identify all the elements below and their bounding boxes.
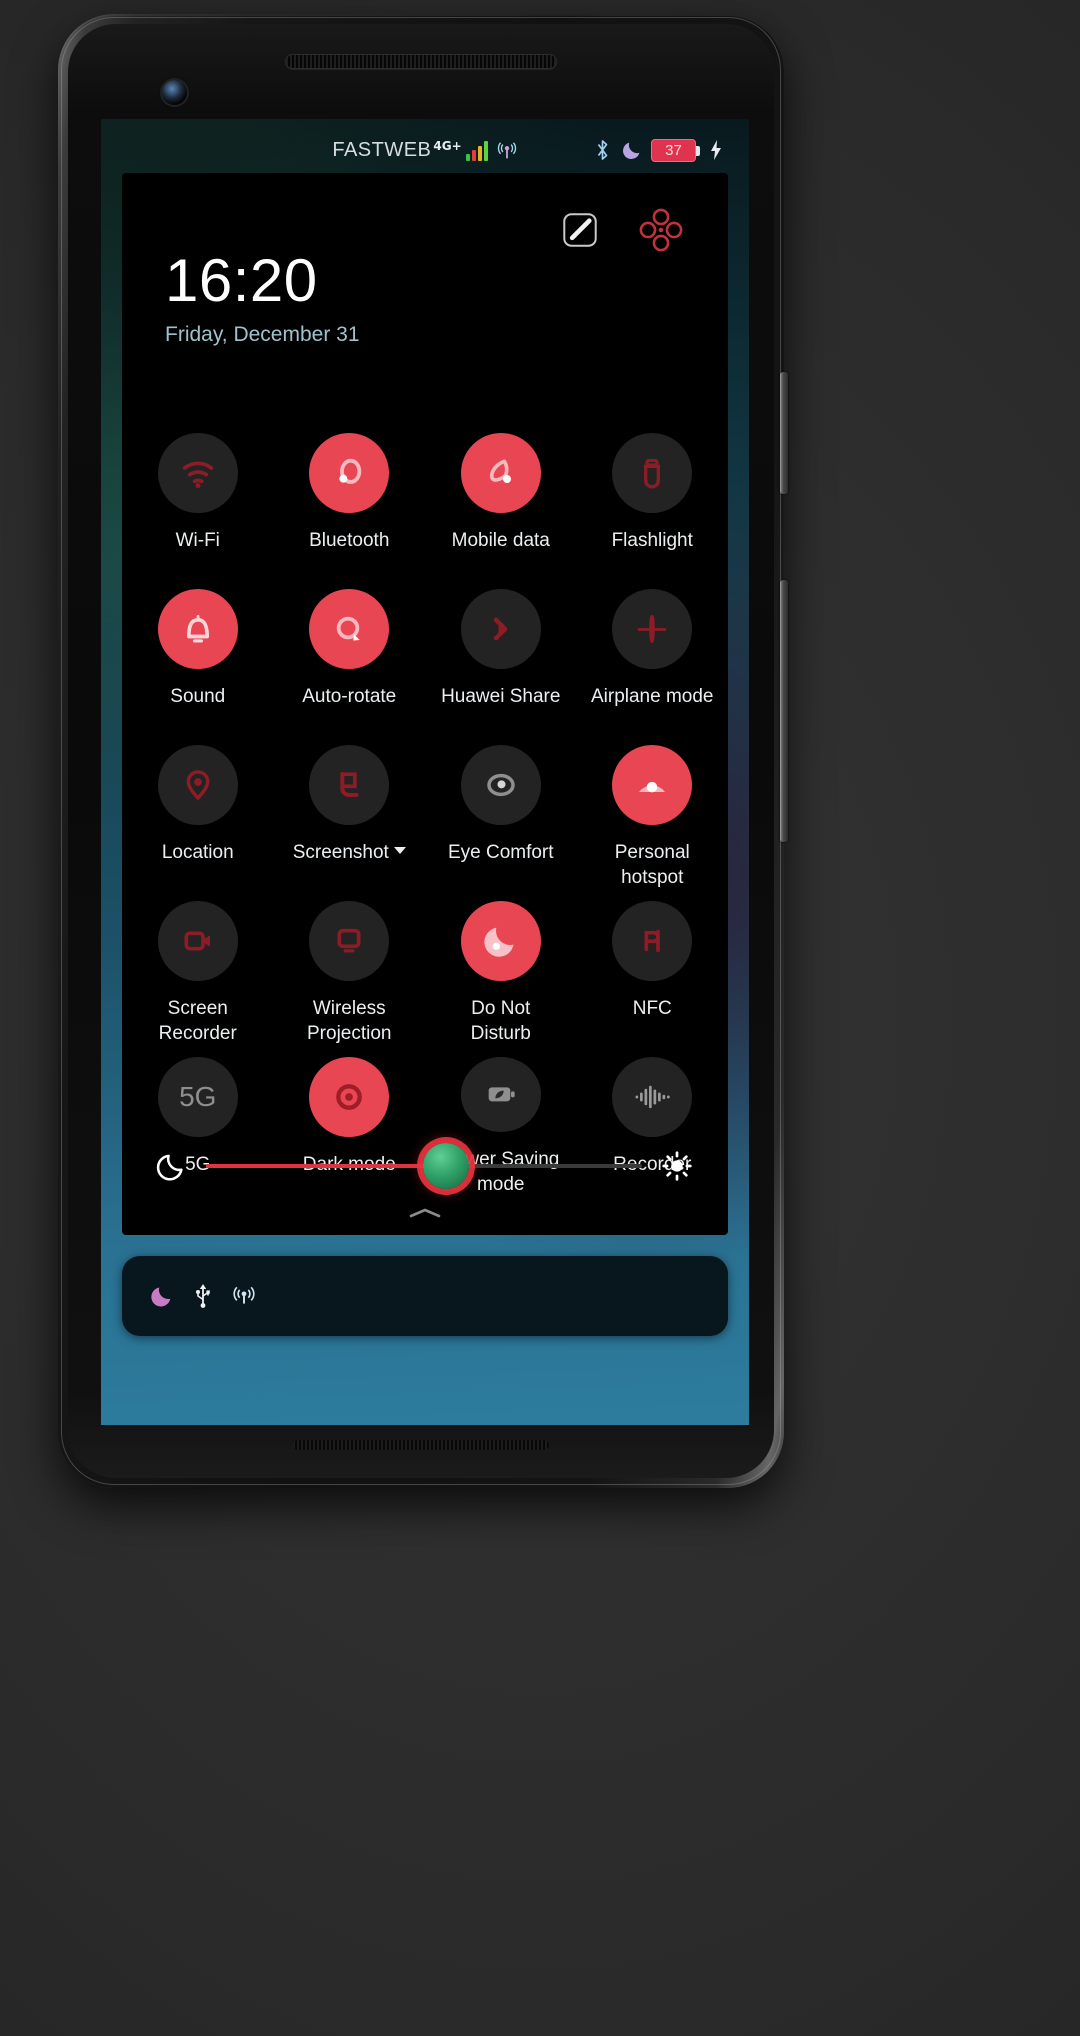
clock-time: 16:20 [165, 247, 318, 314]
eye-comfort-icon [460, 745, 541, 825]
tile-label: Do Not Disturb [470, 998, 531, 1045]
carrier-name: FASTWEB [332, 138, 432, 161]
tile-label: Screenshot [293, 840, 406, 865]
grid-shortcuts-icon[interactable] [638, 207, 684, 253]
tile-screenshot[interactable]: Screenshot [274, 735, 426, 891]
tile-label: Bluetooth [309, 530, 390, 551]
bottom-speaker-grille [293, 1440, 549, 1450]
brightness-fill [206, 1164, 446, 1168]
chevron-up-icon[interactable] [405, 1205, 445, 1221]
clock-block: 16:20 Friday, December 31 [165, 251, 360, 347]
quick-settings-grid: Wi-Fi Bluetooth Mobile data Flashlight S… [122, 423, 728, 1197]
status-bar-center: FASTWEB 4G+ [332, 139, 517, 162]
tile-label: Mobile data [451, 530, 550, 551]
tile-label: Personal hotspot [614, 842, 690, 889]
phone-screen: FASTWEB 4G+ 37 16:20 Friday, December 31… [101, 119, 749, 1425]
bluetooth-icon [593, 139, 612, 161]
notification-shade[interactable] [122, 1256, 728, 1336]
tile-personal-hotspot[interactable]: Personal hotspot [577, 735, 729, 891]
usb-icon [192, 1283, 214, 1309]
nfc-icon [612, 901, 693, 981]
tile-label: NFC [632, 998, 672, 1019]
location-pin-icon [157, 745, 238, 825]
moon-brightness-icon [156, 1150, 188, 1182]
tile-huawei-share[interactable]: Huawei Share [425, 579, 577, 735]
tile-airplane-mode[interactable]: Airplane mode [577, 579, 729, 735]
five-g-glyph: 5G [179, 1081, 217, 1112]
tile-label: Flashlight [611, 530, 693, 551]
brightness-thumb[interactable] [422, 1143, 469, 1189]
status-bar-right: 37 [518, 138, 723, 162]
earpiece-speaker [285, 54, 557, 69]
hotspot-icon [231, 1283, 257, 1309]
tile-nfc[interactable]: NFC [577, 891, 729, 1047]
edit-pencil-icon[interactable] [560, 210, 600, 250]
signal-bars-icon [465, 140, 488, 161]
network-type-label: 4G+ [433, 138, 462, 153]
tile-eye-comfort[interactable]: Eye Comfort [425, 735, 577, 891]
five-g-icon: 5G [157, 1057, 238, 1137]
tile-label: Eye Comfort [447, 842, 554, 863]
tile-location[interactable]: Location [122, 735, 274, 891]
clock-date: Friday, December 31 [165, 323, 360, 346]
wifi-icon [157, 433, 238, 513]
tile-flashlight[interactable]: Flashlight [577, 423, 729, 579]
battery-percent-label: 37 [665, 141, 682, 159]
charging-bolt-icon [709, 139, 723, 161]
hotspot-icon [496, 140, 518, 162]
tile-screen-recorder[interactable]: Screen Recorder [122, 891, 274, 1047]
tile-label: Screen Recorder [158, 998, 237, 1045]
tile-label: Airplane mode [590, 686, 714, 707]
mobile-data-icon [460, 433, 541, 513]
tile-do-not-disturb[interactable]: Do Not Disturb [425, 891, 577, 1047]
tile-label: Wi-Fi [175, 530, 220, 551]
dnd-moon-icon [149, 1283, 175, 1309]
bluetooth-icon [309, 433, 390, 513]
chevron-down-icon[interactable] [393, 847, 406, 855]
tile-auto-rotate[interactable]: Auto-rotate [274, 579, 426, 735]
tile-label-text: Screenshot [292, 842, 389, 863]
screenshot-icon [309, 745, 390, 825]
status-bar: FASTWEB 4G+ 37 [101, 119, 749, 181]
tile-sound[interactable]: Sound [122, 579, 274, 735]
tile-label: Auto-rotate [302, 686, 397, 707]
quick-settings-panel: 16:20 Friday, December 31 Wi-Fi Bluetoot… [122, 173, 728, 1235]
bell-icon [157, 589, 238, 669]
volume-button[interactable] [780, 372, 788, 494]
phone-front-panel: FASTWEB 4G+ 37 16:20 Friday, December 31… [68, 24, 774, 1478]
flashlight-icon [612, 433, 693, 513]
huawei-share-icon [460, 589, 541, 669]
tile-label: Sound [170, 686, 226, 707]
brightness-slider[interactable] [206, 1143, 642, 1189]
phone-device: FASTWEB 4G+ 37 16:20 Friday, December 31… [58, 14, 788, 1488]
tile-wifi[interactable]: Wi-Fi [122, 423, 274, 579]
auto-rotate-icon [309, 589, 390, 669]
wireless-projection-icon [309, 901, 390, 981]
tile-bluetooth[interactable]: Bluetooth [274, 423, 426, 579]
personal-hotspot-icon [612, 745, 693, 825]
battery-indicator: 37 [651, 138, 700, 162]
tile-label: Location [161, 842, 234, 863]
screen-recorder-icon [157, 901, 238, 981]
power-button[interactable] [780, 580, 788, 842]
airplane-mode-icon [612, 589, 693, 669]
quick-settings-toolbar [122, 173, 728, 253]
tile-label: Huawei Share [441, 686, 561, 707]
moon-icon [621, 140, 642, 161]
tile-wireless-projection[interactable]: Wireless Projection [274, 891, 426, 1047]
sun-brightness-icon [660, 1149, 694, 1183]
tile-label: Wireless Projection [307, 998, 392, 1045]
power-saving-icon [460, 1057, 541, 1132]
dark-mode-icon [309, 1057, 390, 1137]
do-not-disturb-icon [460, 901, 541, 981]
tile-mobile-data[interactable]: Mobile data [425, 423, 577, 579]
front-camera [162, 80, 187, 105]
recorder-icon [612, 1057, 693, 1137]
brightness-row [122, 1143, 728, 1189]
